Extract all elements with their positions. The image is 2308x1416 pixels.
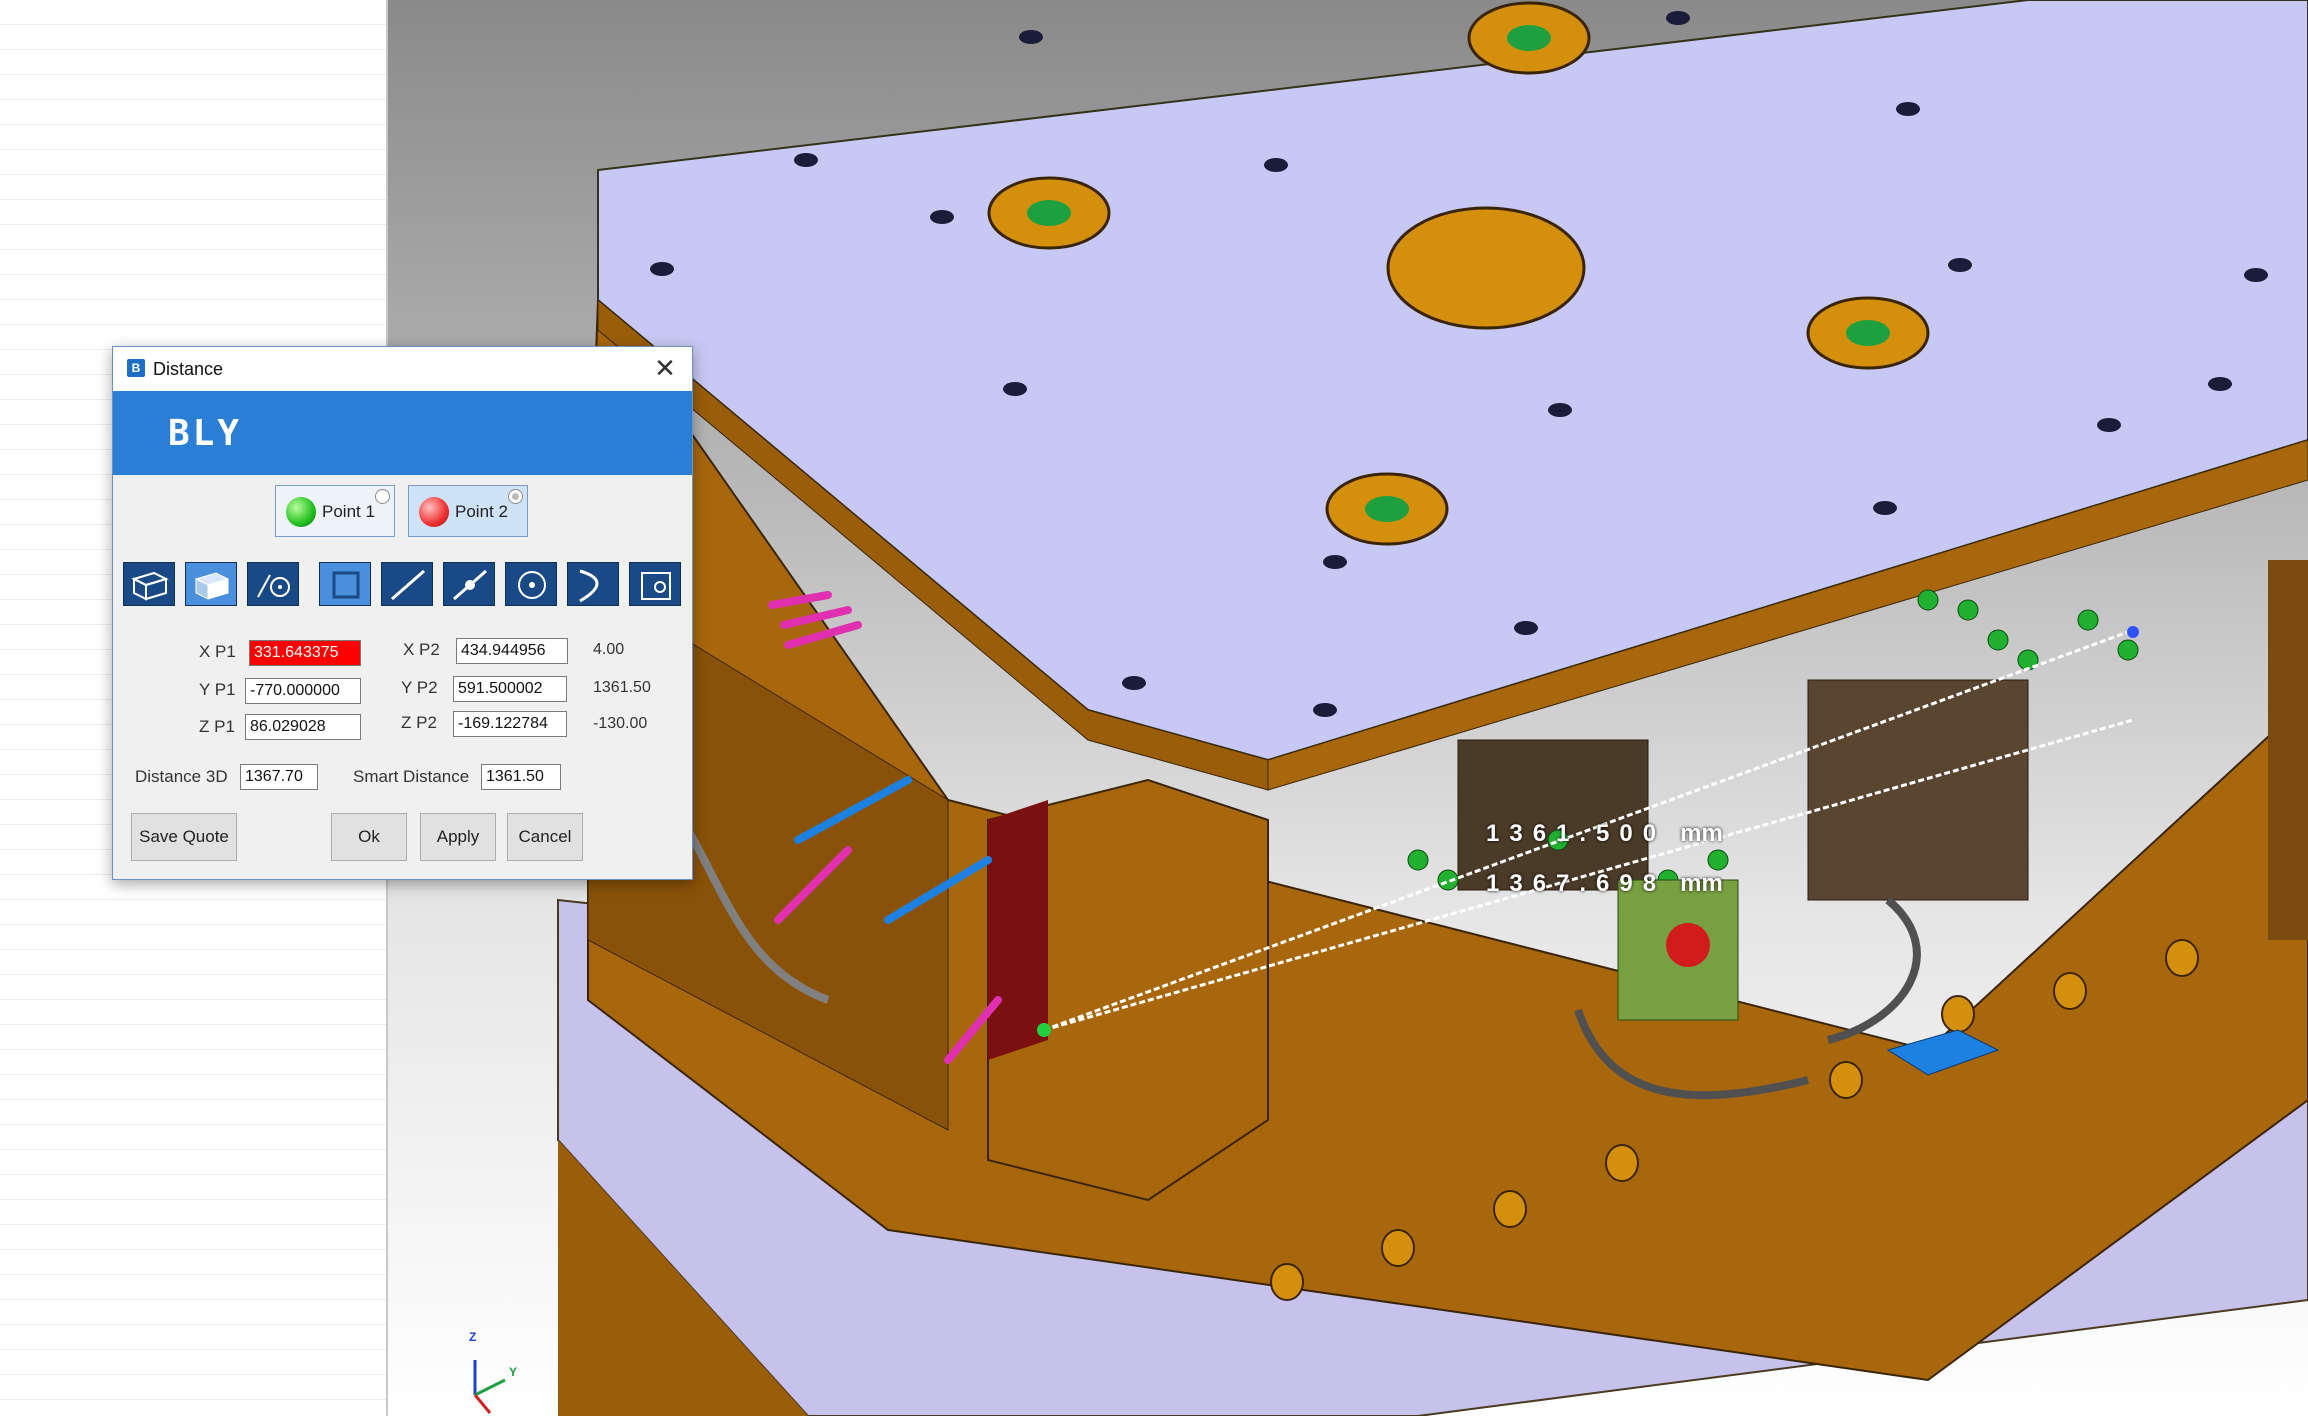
point-2-label: Point 2	[455, 502, 508, 521]
solid-box-tool[interactable]	[185, 562, 237, 606]
app-icon: B	[127, 359, 145, 377]
close-icon[interactable]: ✕	[650, 353, 680, 383]
axis-triad-icon	[473, 1360, 506, 1414]
measurement-value-smart: 1361.500	[1486, 820, 1667, 847]
dialog-banner: BLY	[113, 391, 692, 475]
x-p2-field[interactable]	[456, 638, 568, 664]
point-1-button[interactable]: Point 1	[275, 485, 395, 537]
measurement-unit-3d: mm	[1680, 870, 1723, 897]
arc-point-icon	[257, 574, 290, 598]
face-icon	[641, 572, 671, 600]
y-p2-field[interactable]	[453, 676, 567, 702]
distance-3d-label: Distance 3D	[135, 767, 228, 786]
green-ball-icon	[286, 497, 316, 527]
dialog-title: Distance	[153, 359, 224, 379]
square-icon	[332, 571, 360, 599]
measurement-value-3d: 1367.698	[1486, 870, 1667, 897]
line-points-tool[interactable]	[443, 562, 495, 606]
point-2-button[interactable]: Point 2	[408, 485, 528, 537]
y-p2-label: Y P2	[401, 678, 438, 697]
z-p2-label: Z P2	[401, 713, 437, 732]
bly-logo: BLY	[168, 413, 243, 454]
measurement-unit-smart: mm	[1680, 820, 1723, 847]
point-1-label: Point 1	[322, 502, 375, 521]
distance-3d-field[interactable]	[240, 764, 318, 790]
smart-distance-field[interactable]	[481, 764, 561, 790]
apply-button[interactable]: Apply	[420, 813, 496, 861]
axis-triad: Z Y	[455, 1325, 535, 1415]
y-p1-label: Y P1	[199, 680, 236, 699]
point-1-radio[interactable]	[375, 489, 390, 504]
delta-y-value: 1361.50	[593, 679, 651, 696]
line-tool[interactable]	[381, 562, 433, 606]
circle-center-tool[interactable]	[505, 562, 557, 606]
face-tool[interactable]	[629, 562, 681, 606]
measurement-label-3d: 1367.698 mm	[1486, 870, 1723, 898]
axis-label-y: Y	[509, 1365, 518, 1379]
line-points-icon	[453, 569, 487, 601]
smart-distance-label: Smart Distance	[353, 767, 470, 786]
ok-button[interactable]: Ok	[331, 813, 407, 861]
y-p1-field[interactable]	[245, 678, 361, 704]
box-select-tool[interactable]	[123, 562, 175, 606]
measurement-label-smart: 1361.500 mm	[1486, 820, 1723, 848]
x-p1-label: X P1	[199, 642, 236, 661]
point-2-radio[interactable]	[508, 489, 523, 504]
arc-tool[interactable]	[567, 562, 619, 606]
line-icon	[391, 569, 425, 601]
solid-box-icon	[194, 572, 230, 600]
dialog-titlebar[interactable]: B Distance ✕	[113, 347, 692, 391]
delta-x-value: 4.00	[593, 641, 625, 658]
distance-dialog[interactable]: B Distance ✕ BLY Point 1 Point 2 X P1 33…	[112, 346, 693, 880]
delta-z-value: -130.00	[593, 715, 648, 732]
cancel-button[interactable]: Cancel	[507, 813, 583, 861]
save-quote-button[interactable]: Save Quote	[131, 813, 237, 861]
x-p2-label: X P2	[403, 640, 440, 659]
z-p2-field[interactable]	[453, 711, 567, 737]
red-ball-icon	[419, 497, 449, 527]
z-p1-field[interactable]	[245, 714, 361, 740]
arc-point-tool[interactable]	[247, 562, 299, 606]
circle-center-icon	[518, 571, 546, 599]
x-p1-field[interactable]	[249, 640, 361, 666]
arc-icon	[579, 569, 599, 603]
box-select-icon	[131, 571, 169, 601]
square-tool[interactable]	[319, 562, 371, 606]
axis-label-z: Z	[469, 1330, 477, 1344]
z-p1-label: Z P1	[199, 717, 235, 736]
